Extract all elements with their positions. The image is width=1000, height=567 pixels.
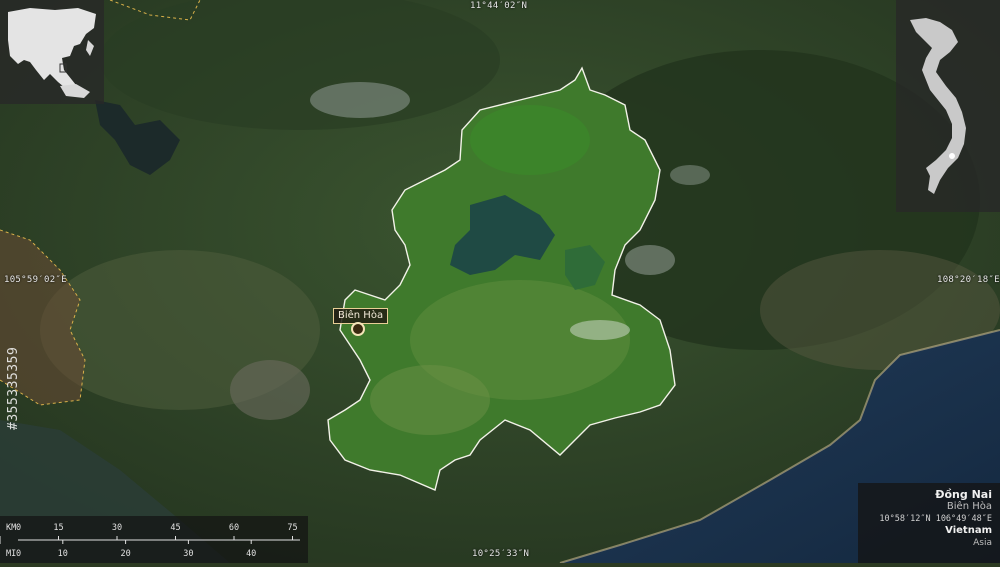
region-farmland — [370, 365, 490, 435]
scale-bar-graphic: KM MI 0 15 30 45 60 75 0 10 20 30 40 — [0, 523, 300, 559]
satellite-map — [0, 0, 1000, 563]
info-panel: Đồng Nai Biên Hòa 10°58′12″N 106°49′48″E… — [858, 483, 1000, 563]
region-forest — [470, 105, 590, 175]
scale-mi-tick-label: 10 — [58, 549, 68, 559]
vietnam-map-icon — [910, 18, 966, 194]
capital-name: Biên Hòa — [946, 501, 992, 512]
scale-mi-tick-label: 0 — [16, 549, 21, 559]
watermark-id: #355335359 — [6, 346, 21, 430]
scale-mi-unit: MI — [6, 549, 16, 559]
scale-km-tick-label: 75 — [287, 523, 297, 533]
scale-mi-tick-label: 30 — [183, 549, 193, 559]
coord-left-label: 105°59′02″E — [4, 275, 67, 285]
continent-name: Asia — [973, 538, 992, 548]
cloud — [625, 245, 675, 275]
cloud — [310, 82, 410, 118]
coord-right-label: 108°20′18″E — [937, 275, 1000, 285]
scale-km-tick-label: 15 — [53, 523, 63, 533]
scale-km-unit: KM — [6, 523, 16, 533]
cloud — [570, 320, 630, 340]
country-name: Vietnam — [945, 525, 992, 536]
center-coordinates: 10°58′12″N 106°49′48″E — [879, 514, 992, 524]
continent-locator-inset — [0, 0, 104, 104]
coord-top-label: 11°44′02″N — [470, 1, 528, 11]
coord-bottom-label: 10°25′33″N — [472, 549, 530, 559]
asia-map-icon — [8, 8, 96, 98]
scale-km-tick-label: 60 — [229, 523, 239, 533]
scale-km-tick-label: 30 — [112, 523, 122, 533]
cloud — [670, 165, 710, 185]
scale-bar: KM MI 0 15 30 45 60 75 0 10 20 30 40 — [0, 516, 308, 563]
scale-km-tick-label: 45 — [170, 523, 180, 533]
region-name: Đồng Nai — [935, 488, 992, 501]
scale-mi-tick-label: 20 — [120, 549, 130, 559]
scale-mi-tick-label: 40 — [246, 549, 256, 559]
scale-km-tick-label: 0 — [16, 523, 21, 533]
city-marker-icon[interactable] — [351, 322, 365, 336]
country-locator-inset — [896, 0, 1000, 212]
urban-area — [230, 360, 310, 420]
